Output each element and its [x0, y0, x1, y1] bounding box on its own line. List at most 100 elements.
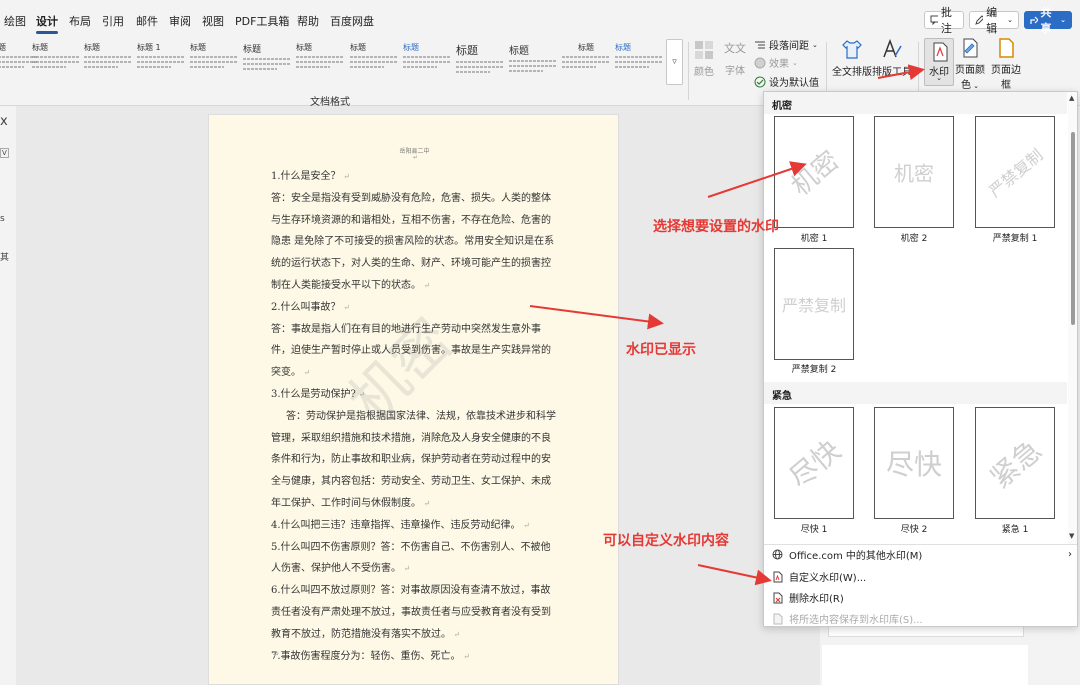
style-thumb[interactable]: 标题 — [562, 42, 610, 90]
page-color-button[interactable]: 页面颜 色 ⌄ — [955, 38, 985, 91]
save-to-gallery-item[interactable]: 将所选内容保存到水印库(S)... — [772, 611, 923, 626]
comment-button[interactable]: 批注 — [924, 6, 964, 35]
watermark-button[interactable]: 水印 ⌄ — [924, 38, 954, 86]
watermark-option-label: 严禁复制 2 — [791, 365, 837, 375]
style-title: 标题 — [32, 43, 48, 52]
paragraph-text: 7.事故伤害程度分为：轻伤、重伤、死亡。 — [271, 650, 461, 662]
effects-button[interactable]: 效果 ⌄ — [754, 55, 798, 70]
chevron-right-icon: › — [1068, 549, 1072, 560]
more-office-watermarks-label: Office.com 中的其他水印(M) — [789, 551, 923, 562]
more-office-watermarks-item[interactable]: Office.com 中的其他水印(M) › — [772, 547, 1072, 562]
watermark-option-label: 尽快 1 — [800, 525, 828, 535]
pencil-icon — [975, 15, 984, 25]
watermark-option-urgent-1[interactable]: 紧急 — [975, 407, 1055, 519]
watermark-option-asap-1[interactable]: 尽快 — [774, 407, 854, 519]
layout-tools-button[interactable]: 排版工具 — [872, 38, 912, 78]
style-thumb[interactable]: 标题 — [190, 42, 238, 90]
nav-glyph: 其 — [0, 253, 10, 263]
remove-watermark-icon — [772, 592, 783, 604]
menu-layout[interactable]: 布局 — [69, 13, 91, 29]
remove-watermark-item[interactable]: 删除水印(R) — [772, 590, 844, 605]
annotation-choose-watermark: 选择想要设置的水印 — [653, 219, 779, 235]
scrollbar-thumb[interactable] — [1071, 132, 1075, 325]
style-thumb[interactable]: 标题 — [615, 42, 663, 90]
full-layout-button[interactable]: 全文排版 — [832, 38, 872, 78]
watermark-option-label: 机密 1 — [800, 234, 828, 244]
watermark-option-label: 尽快 2 — [900, 525, 928, 535]
custom-watermark-item[interactable]: 自定义水印(W)... — [772, 569, 866, 584]
style-thumb[interactable]: 标题 — [296, 42, 344, 90]
chevron-down-icon: ⌄ — [970, 82, 980, 90]
watermark-preview-text: 严禁复制 — [781, 296, 847, 315]
document-paragraph: 答：安全是指没有受到威胁没有危险，危害、损失。人类的整体与生存环境资源的和谐相处… — [271, 188, 559, 297]
paragraph-mark-icon: ↵ — [421, 280, 431, 290]
gallery-more-button[interactable]: ▿ — [666, 39, 683, 85]
dropdown-scrollbar[interactable]: ▲ ▼ — [1068, 92, 1077, 544]
paragraph-spacing-label: 段落间距 — [769, 41, 809, 52]
style-thumb[interactable]: 标题 — [32, 42, 80, 90]
watermark-option-label: 机密 2 — [900, 234, 928, 244]
style-title: 标题 — [509, 46, 529, 57]
menu-review[interactable]: 审阅 — [169, 13, 191, 29]
text-tool-icon — [883, 38, 902, 58]
style-title: 标题 — [350, 43, 366, 52]
style-title: 标题 1 — [137, 43, 161, 52]
scroll-down-icon[interactable]: ▼ — [1069, 532, 1074, 540]
scroll-up-icon[interactable]: ▲ — [1069, 94, 1074, 102]
edit-mode-button[interactable]: 编辑 ⌄ — [969, 6, 1019, 35]
watermark-option-no-copy-2[interactable]: 严禁复制 — [774, 248, 854, 360]
document-page[interactable]: 机密 岳阳县二中 ↵ 1.什么是安全？ ↵ 答：安全是指没有受到威胁没有危险，危害… — [208, 114, 619, 685]
watermark-preview-text: 严禁复制 — [985, 145, 1047, 202]
comment-icon — [930, 15, 938, 25]
document-paragraph: 7.事故伤害程度分为：轻伤、重伤、死亡。 ↵ — [271, 646, 559, 668]
menu-pdf-toolbox[interactable]: PDF工具箱 — [235, 13, 289, 29]
chevron-down-icon[interactable]: ᐯ — [0, 148, 9, 158]
menu-references[interactable]: 引用 — [102, 13, 124, 29]
watermark-option-confidential-1[interactable]: 机密 — [774, 116, 854, 228]
page-color-label-2: 色 — [960, 80, 971, 91]
paragraph-spacing-button[interactable]: 段落间距 ⌄ — [754, 37, 818, 52]
paragraph-text: 1.什么是安全？ — [271, 171, 341, 182]
nav-glyph: s — [0, 214, 5, 224]
menu-view[interactable]: 视图 — [202, 13, 224, 29]
shirt-icon — [842, 40, 862, 59]
colors-label: 颜色 — [694, 67, 714, 78]
style-thumb[interactable]: 标题 — [403, 42, 451, 90]
style-title: 标题 — [190, 43, 206, 52]
watermark-option-no-copy-1[interactable]: 严禁复制 — [975, 116, 1055, 228]
style-thumb[interactable]: 标题 — [243, 42, 291, 90]
style-thumb[interactable]: 标题 — [350, 42, 398, 90]
page-border-button[interactable]: 页面边框 — [987, 38, 1025, 91]
section-header-confidential: 机密 — [764, 92, 1067, 114]
page-color-label: 页面颜 — [955, 65, 985, 76]
fonts-button[interactable]: 文文 字体 — [722, 40, 748, 77]
watermark-icon — [933, 42, 948, 62]
watermark-option-confidential-2[interactable]: 机密 — [874, 116, 954, 228]
paragraph-mark-icon: ↵ — [413, 154, 419, 161]
menu-mailings[interactable]: 邮件 — [136, 13, 158, 29]
annotation-customize-watermark: 可以自定义水印内容 — [603, 533, 729, 549]
paragraph-mark-icon: ↵ — [421, 498, 431, 508]
watermark-option-asap-2[interactable]: 尽快 — [874, 407, 954, 519]
paragraph-text: 4.什么叫把三违？违章指挥、违章操作、违反劳动纪律。 — [271, 519, 521, 531]
menu-design[interactable]: 设计 — [36, 13, 58, 29]
document-paragraph: 答：劳动保护是指根据国家法律、法规，依靠技术进步和科学管理，采取组织措施和技术措… — [271, 406, 559, 515]
close-icon[interactable]: x — [0, 114, 8, 129]
style-thumb[interactable]: 标题 — [456, 42, 504, 90]
style-thumb[interactable]: 标题 — [509, 42, 557, 90]
set-default-button[interactable]: 设为默认值 — [754, 74, 819, 89]
menu-baidu-netdisk[interactable]: 百度网盘 — [330, 13, 374, 29]
watermark-preview-text: 尽快 — [782, 433, 848, 495]
chevron-down-icon: ⌄ — [1060, 16, 1066, 24]
menu-help[interactable]: 帮助 — [297, 13, 319, 29]
style-thumb[interactable]: 标题 — [84, 42, 132, 90]
divider — [688, 42, 689, 100]
fonts-label: 字体 — [725, 66, 745, 77]
colors-button[interactable]: 颜色 — [692, 40, 716, 78]
save-to-gallery-label: 将所选内容保存到水印库(S)... — [789, 615, 923, 626]
share-button[interactable]: 共享 ⌄ — [1024, 6, 1072, 35]
effects-label: 效果 — [769, 59, 789, 70]
paragraph-text: 答：安全是指没有受到威胁没有危险，危害、损失。人类的整体与生存环境资源的和谐相处… — [271, 192, 555, 291]
style-thumb[interactable]: 标题 1 — [137, 42, 185, 90]
menu-draw[interactable]: 绘图 — [4, 13, 26, 29]
